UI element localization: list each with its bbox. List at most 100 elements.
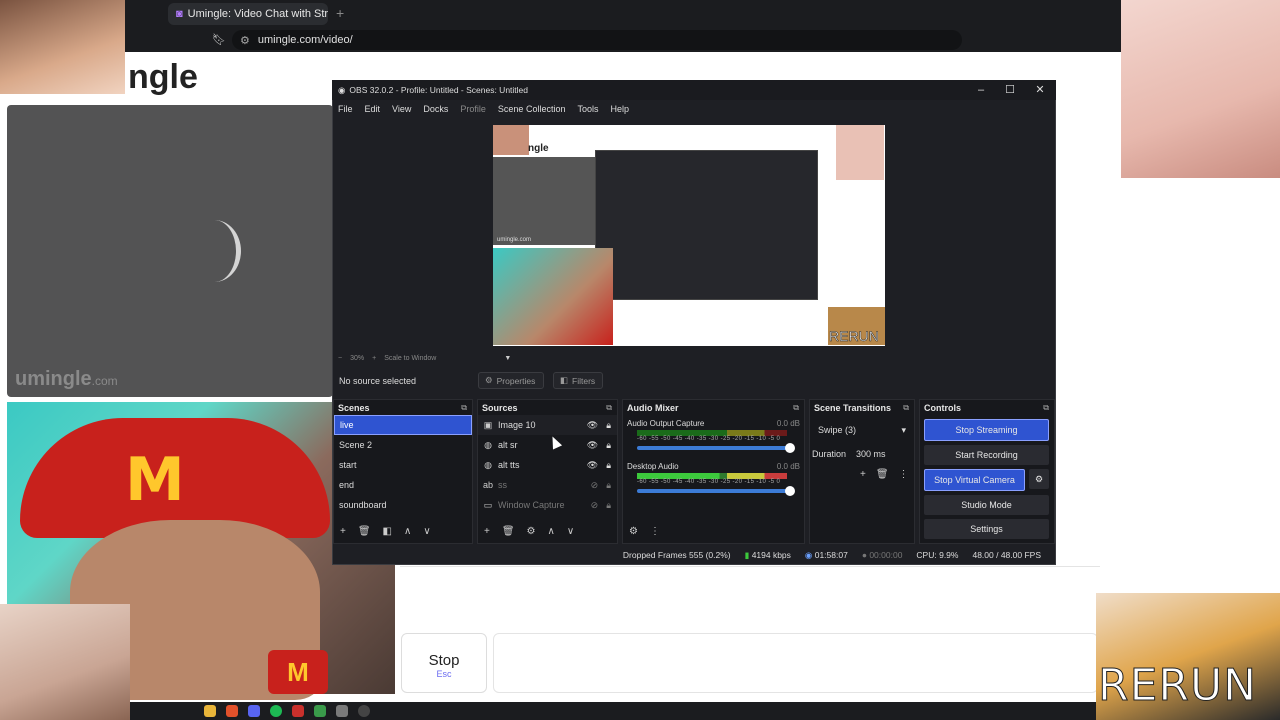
move-up-icon[interactable]: ∧ — [548, 526, 555, 537]
maximize-icon[interactable]: ☐ — [995, 80, 1025, 100]
more-options-icon[interactable]: ⋮ — [899, 469, 909, 480]
remove-scene-icon[interactable]: 🗑︎ — [358, 526, 371, 537]
move-down-icon[interactable]: ∨ — [423, 526, 430, 537]
audio-mixer-dock: Audio Mixer ⧉ Audio Output Capture 0.0 dB… — [622, 399, 805, 544]
spotify-icon[interactable] — [270, 705, 282, 717]
folder-icon[interactable] — [204, 705, 216, 717]
site-logo: ngle — [128, 58, 198, 96]
lock-icon[interactable]: 🔒︎ — [606, 440, 611, 451]
eye-hidden-icon[interactable]: ⊘ — [591, 500, 599, 511]
stop-button[interactable]: Stop Esc — [401, 633, 487, 693]
menu-edit[interactable]: Edit — [365, 104, 381, 114]
app-icon-red[interactable] — [292, 705, 304, 717]
sources-title: Sources — [482, 402, 518, 413]
zoom-in-icon[interactable]: + — [372, 355, 376, 362]
meter-scale: -60 -55 -50 -45 -40 -35 -30 -25 -20 -15 … — [637, 436, 781, 442]
virtual-camera-row: Stop Virtual Camera ⚙ — [924, 469, 1049, 491]
studio-mode-button[interactable]: Studio Mode — [924, 495, 1049, 515]
add-source-icon[interactable]: + — [484, 526, 490, 537]
minimize-icon[interactable]: – — [966, 80, 996, 100]
add-transition-icon[interactable]: + — [860, 469, 866, 480]
float-dock-icon[interactable]: ⧉ — [606, 403, 612, 413]
site-info-icon[interactable]: ⚙ — [240, 34, 250, 47]
float-dock-icon[interactable]: ⧉ — [1043, 403, 1049, 413]
menu-file[interactable]: File — [338, 104, 353, 114]
discord-icon[interactable] — [248, 705, 260, 717]
eye-hidden-icon[interactable]: ⊘ — [591, 480, 599, 491]
scene-item-live[interactable]: live — [334, 415, 472, 435]
start-recording-button[interactable]: Start Recording — [924, 445, 1049, 465]
zoom-dropdown-icon[interactable]: ▼ — [504, 355, 511, 362]
url-text: umingle.com/video/ — [257, 34, 353, 46]
scene-item-end[interactable]: end — [334, 475, 472, 495]
close-window-icon[interactable]: ✕ — [1025, 80, 1055, 100]
remove-source-icon[interactable]: 🗑︎ — [502, 526, 515, 537]
properties-button[interactable]: ⚙ Properties — [478, 372, 544, 389]
transition-select[interactable]: Swipe (3) ▾ — [814, 421, 910, 439]
remove-transition-icon[interactable]: 🗑︎ — [876, 469, 889, 480]
eye-icon[interactable]: 👁︎ — [587, 460, 598, 471]
source-item-alt-tts[interactable]: ◍ alt tts 👁︎ 🔒︎ — [478, 455, 617, 475]
eye-icon[interactable]: 👁︎ — [587, 440, 598, 451]
preview-remote-video — [493, 157, 595, 245]
bookmark-icon[interactable]: 🔖︎ — [212, 33, 226, 46]
source-settings-icon[interactable]: ⚙ — [527, 526, 536, 537]
stop-streaming-button[interactable]: Stop Streaming — [924, 419, 1049, 441]
scene-item-scene-2[interactable]: Scene 2 — [334, 435, 472, 455]
lock-icon[interactable]: 🔒︎ — [606, 420, 611, 431]
filters-button[interactable]: ◧ Filters — [553, 372, 603, 389]
volume-slider[interactable] — [637, 443, 795, 453]
app-icon-green[interactable] — [314, 705, 326, 717]
audio-mixer-title: Audio Mixer — [627, 402, 679, 413]
move-down-icon[interactable]: ∨ — [567, 526, 574, 537]
settings-button[interactable]: Settings — [924, 519, 1049, 539]
obs-title-bar[interactable]: ◉ OBS 32.0.2 - Profile: Untitled - Scene… — [332, 80, 1056, 100]
float-dock-icon[interactable]: ⧉ — [793, 403, 799, 413]
cap-logo-icon: M — [125, 445, 185, 515]
menu-scene-collection[interactable]: Scene Collection — [498, 104, 566, 114]
app-icon-grey[interactable] — [336, 705, 348, 717]
chevron-down-icon: ▾ — [901, 424, 906, 435]
filters-label: Filters — [572, 375, 596, 386]
zoom-mode[interactable]: Scale to Window — [384, 355, 436, 362]
advanced-audio-icon[interactable]: ⚙ — [629, 526, 638, 537]
url-field[interactable]: ⚙ umingle.com/video/ — [232, 30, 962, 50]
add-scene-icon[interactable]: + — [340, 526, 346, 537]
volume-knob[interactable] — [785, 443, 795, 453]
menu-docks[interactable]: Docks — [423, 104, 448, 114]
menu-view[interactable]: View — [392, 104, 411, 114]
scene-item-soundboard[interactable]: soundboard — [334, 495, 472, 515]
volume-slider[interactable] — [637, 486, 795, 496]
virtual-camera-settings-icon[interactable]: ⚙ — [1029, 469, 1049, 489]
menu-tools[interactable]: Tools — [577, 104, 598, 114]
scene-item-start[interactable]: start — [334, 455, 472, 475]
zoom-out-icon[interactable]: − — [338, 355, 342, 362]
browser-tab[interactable]: ◙ Umingle: Video Chat with Str × — [168, 3, 328, 25]
scenes-footer: + 🗑︎ ◧ ∧ ∨ — [334, 526, 431, 537]
duration-spinbox[interactable]: 300 ms — [856, 449, 886, 459]
lock-icon[interactable]: 🔒︎ — [606, 460, 611, 471]
audio-mixer-header: Audio Mixer ⧉ — [623, 400, 804, 415]
new-tab-icon[interactable]: + — [336, 5, 344, 21]
volume-knob[interactable] — [785, 486, 795, 496]
more-options-icon[interactable]: ⋮ — [650, 526, 660, 537]
source-item-image-10[interactable]: ▣ Image 10 👁︎ 🔒︎ — [478, 415, 617, 435]
eye-icon[interactable]: 👁︎ — [587, 420, 598, 431]
lock-icon[interactable]: 🔒︎ — [606, 480, 611, 491]
obs-taskbar-icon[interactable] — [358, 705, 370, 717]
stop-virtual-camera-button[interactable]: Stop Virtual Camera — [924, 469, 1025, 491]
menu-profile[interactable]: Profile — [460, 104, 486, 114]
brave-icon[interactable] — [226, 705, 238, 717]
float-dock-icon[interactable]: ⧉ — [903, 403, 909, 413]
scene-filters-icon[interactable]: ◧ — [383, 526, 392, 537]
source-item-ss[interactable]: ab ss ⊘ 🔒︎ — [478, 475, 617, 495]
message-input[interactable] — [493, 633, 1098, 693]
scenes-dock-header: Scenes ⧉ — [334, 400, 472, 415]
cpu-usage: CPU: 9.9% — [916, 550, 959, 560]
float-dock-icon[interactable]: ⧉ — [461, 403, 467, 413]
move-up-icon[interactable]: ∧ — [404, 526, 411, 537]
obs-logo-icon: ◉ — [338, 84, 346, 95]
lock-icon[interactable]: 🔒︎ — [606, 500, 611, 511]
menu-help[interactable]: Help — [610, 104, 629, 114]
source-item-window-capture[interactable]: ▭ Window Capture ⊘ 🔒︎ — [478, 495, 617, 515]
